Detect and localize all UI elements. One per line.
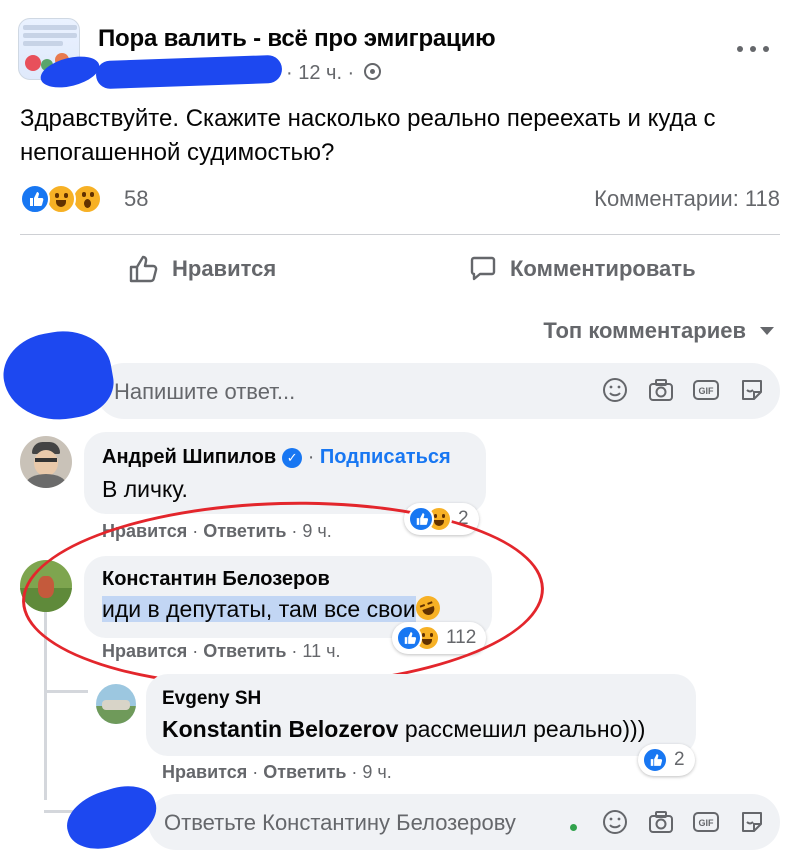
reply-reply-link[interactable]: Ответить: [263, 762, 346, 782]
verified-icon: ✓: [282, 448, 303, 468]
redaction-scribble: [95, 54, 283, 90]
reaction-count[interactable]: 58: [124, 186, 148, 212]
commenter-avatar[interactable]: [96, 684, 136, 724]
divider: [20, 234, 780, 235]
sticker-icon[interactable]: [738, 376, 766, 404]
reply-actions: Нравится · Ответить · 9 ч.: [162, 762, 392, 782]
typing-dot-icon: [570, 824, 577, 831]
like-button-label: Нравится: [172, 256, 277, 281]
svg-text:GIF: GIF: [699, 386, 715, 396]
chevron-down-icon: [760, 327, 774, 335]
red-annotation-circle: [19, 495, 547, 695]
sort-comments-dropdown[interactable]: Топ комментариев: [543, 318, 774, 344]
reply-reaction-count[interactable]: 2: [638, 744, 695, 776]
reply-mention[interactable]: Konstantin Belozerov: [162, 716, 398, 742]
sort-label: Топ комментариев: [543, 318, 746, 343]
reaction-count-value: 2: [674, 749, 685, 770]
haha-reaction-icon: [46, 184, 76, 214]
comment-button[interactable]: Комментировать: [468, 254, 696, 284]
comment-button-label: Комментировать: [510, 256, 696, 281]
reply-text-line: Konstantin Belozerov рассмешил реально))…: [162, 716, 645, 743]
gif-icon[interactable]: GIF: [692, 376, 720, 404]
group-name[interactable]: Пора валить - всё про эмиграцию: [98, 25, 496, 53]
post-time[interactable]: 12 ч.: [298, 62, 342, 84]
wow-reaction-icon: [72, 184, 102, 214]
thumbs-up-icon: [129, 255, 158, 283]
post-meta: · 12 ч. ·: [286, 62, 381, 85]
post-text: Здравствуйте. Скажите насколько реально …: [20, 105, 716, 166]
like-reaction-icon: [408, 506, 434, 532]
reply-time[interactable]: 9 ч.: [362, 762, 391, 782]
comment-author[interactable]: Андрей Шипилов: [102, 446, 276, 468]
svg-text:GIF: GIF: [699, 818, 715, 828]
like-reaction-icon: [396, 625, 422, 651]
more-options-icon[interactable]: [735, 38, 771, 58]
commenter-avatar[interactable]: [20, 436, 72, 488]
smiley-icon[interactable]: [601, 376, 629, 404]
thread-line: [44, 690, 88, 693]
reaction-summary[interactable]: [20, 182, 116, 216]
gif-icon[interactable]: GIF: [692, 808, 720, 836]
camera-icon[interactable]: [647, 808, 675, 836]
like-reaction-icon: [20, 184, 50, 214]
comment-text: В личку.: [102, 476, 188, 502]
comment-author-line: Андрей Шипилов ✓ · Подписаться: [102, 446, 451, 468]
reply-author[interactable]: Evgeny SH: [162, 688, 261, 710]
camera-icon[interactable]: [647, 376, 675, 404]
redaction-scribble: [0, 323, 119, 429]
privacy-icon: [363, 63, 381, 80]
comment-count[interactable]: Комментарии: 118: [594, 186, 780, 212]
follow-button[interactable]: Подписаться: [320, 446, 451, 468]
sticker-icon[interactable]: [738, 808, 766, 836]
reply-text: рассмешил реально))): [404, 716, 646, 742]
smiley-icon[interactable]: [601, 808, 629, 836]
like-reaction-icon: [642, 747, 668, 773]
reply-to-placeholder: Ответьте Константину Белозерову: [164, 810, 516, 835]
comment-icon: [470, 256, 496, 281]
redaction-scribble: [59, 777, 165, 855]
like-button[interactable]: Нравится: [128, 254, 276, 284]
reply-bubble: [146, 674, 696, 756]
reply-placeholder: Напишите ответ...: [114, 379, 296, 404]
reply-like-link[interactable]: Нравится: [162, 762, 247, 782]
